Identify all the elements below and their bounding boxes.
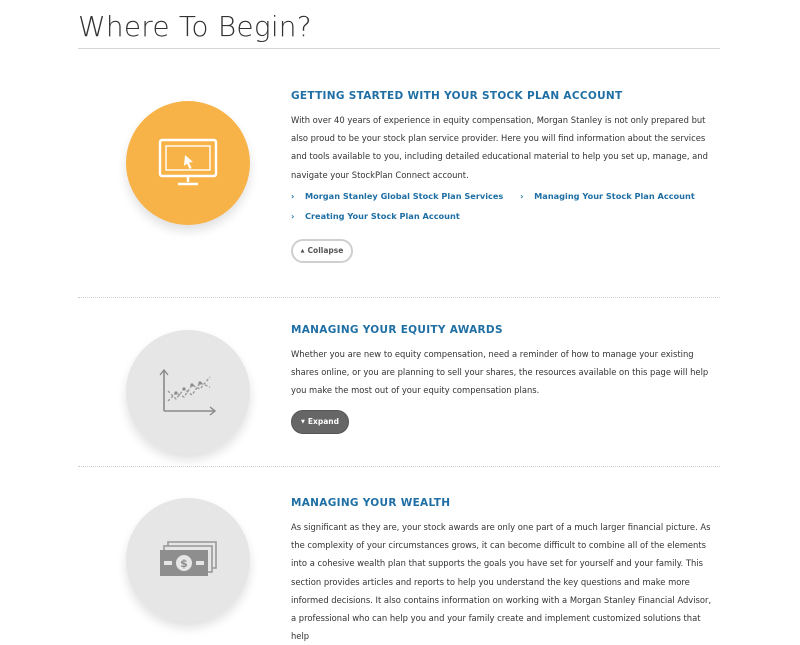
collapse-button[interactable]: ▲ Collapse [291, 238, 353, 263]
section-description: With over 40 years of experience in equi… [291, 115, 708, 180]
caret-down-icon: ▼ [301, 418, 305, 425]
money-stack-icon: $ [160, 541, 217, 576]
section-equity-awards: MANAGING YOUR EQUITY AWARDS Whether you … [78, 298, 720, 466]
section-title: MANAGING YOUR EQUITY AWARDS [291, 324, 503, 336]
page-title: Where To Begin? [78, 10, 312, 43]
section-managing-wealth: $ MANAGING YOUR WEALTH As significant as… [78, 467, 720, 641]
link-managing-stock-plan-account[interactable]: › Managing Your Stock Plan Account [520, 191, 695, 201]
chevron-right-icon: › [291, 190, 295, 201]
section-content: MANAGING YOUR EQUITY AWARDS Whether you … [291, 324, 717, 434]
svg-text:$: $ [180, 557, 188, 570]
section-links: › Morgan Stanley Global Stock Plan Servic… [291, 191, 717, 231]
section-description: As significant as they are, your stock a… [291, 522, 712, 642]
section-icon-circle: $ [126, 498, 250, 622]
section-title: GETTING STARTED WITH YOUR STOCK PLAN ACC… [291, 90, 623, 102]
section-title: MANAGING YOUR WEALTH [291, 497, 451, 509]
section-getting-started: GETTING STARTED WITH YOUR STOCK PLAN ACC… [78, 49, 720, 297]
section-content: GETTING STARTED WITH YOUR STOCK PLAN ACC… [291, 90, 717, 263]
link-global-stock-plan-services[interactable]: › Morgan Stanley Global Stock Plan Servic… [291, 191, 503, 201]
chevron-right-icon: › [520, 190, 524, 201]
expand-button[interactable]: ▼ Expand [291, 409, 349, 434]
link-creating-stock-plan-account[interactable]: › Creating Your Stock Plan Account [291, 211, 460, 221]
line-chart-icon [159, 368, 217, 416]
section-icon-circle [126, 101, 250, 225]
section-icon-circle [126, 330, 250, 454]
section-content: MANAGING YOUR WEALTH As significant as t… [291, 497, 717, 645]
chevron-right-icon: › [291, 210, 295, 221]
computer-monitor-icon [158, 138, 218, 186]
section-description: Whether you are new to equity compensati… [291, 349, 709, 396]
caret-up-icon: ▲ [300, 247, 305, 254]
